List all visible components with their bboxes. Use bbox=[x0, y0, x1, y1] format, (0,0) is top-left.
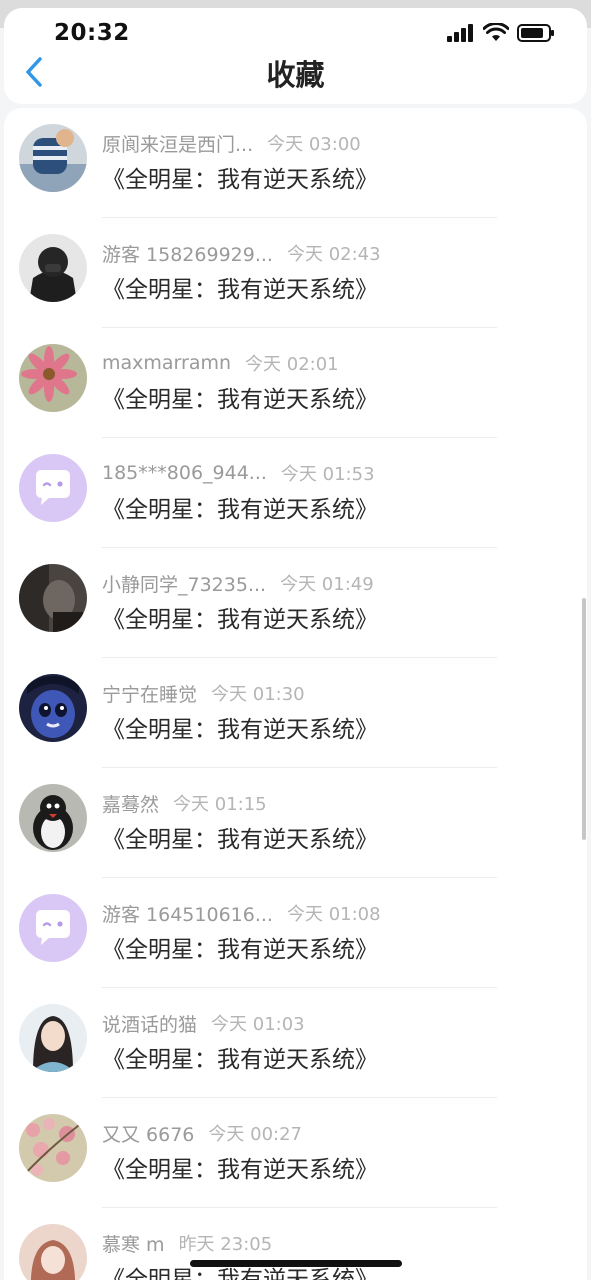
user-name: 又又 6676 bbox=[102, 1123, 195, 1146]
book-title[interactable]: 《全明星：我有逆天系统》 bbox=[102, 1150, 378, 1184]
item-meta: 小静同学_73235... 今天 01:49 bbox=[102, 570, 374, 596]
item-meta: 嘉蓦然 今天 01:15 bbox=[102, 790, 267, 816]
list-item[interactable]: 又又 6676 今天 00:27 《全明星：我有逆天系统》 bbox=[4, 1098, 587, 1208]
book-title[interactable]: 《全明星：我有逆天系统》 bbox=[102, 820, 378, 854]
status-icons bbox=[447, 22, 555, 44]
user-name: 慕寒 m bbox=[102, 1233, 165, 1256]
timestamp: 今天 02:43 bbox=[286, 244, 381, 265]
list-item[interactable]: 慕寒 m 昨天 23:05 《全明星：我有逆天系统》 bbox=[4, 1208, 587, 1280]
timestamp: 今天 01:15 bbox=[173, 794, 267, 815]
avatar[interactable] bbox=[19, 564, 87, 632]
user-name: 嘉蓦然 bbox=[102, 793, 160, 816]
avatar[interactable] bbox=[19, 344, 87, 412]
item-meta: maxmarramn 今天 02:01 bbox=[102, 350, 339, 376]
battery-icon bbox=[517, 24, 554, 42]
item-meta: 又又 6676 今天 00:27 bbox=[102, 1120, 302, 1146]
home-indicator[interactable] bbox=[190, 1260, 402, 1267]
item-meta: 185***806_944... 今天 01:53 bbox=[102, 460, 375, 486]
timestamp: 昨天 23:05 bbox=[178, 1234, 273, 1255]
avatar[interactable] bbox=[19, 674, 87, 742]
item-meta: 说酒话的猫 今天 01:03 bbox=[102, 1010, 305, 1036]
user-name: 185***806_944... bbox=[102, 462, 267, 484]
status-time: 20:32 bbox=[54, 20, 130, 46]
list-item[interactable]: 游客 158269929... 今天 02:43 《全明星：我有逆天系统》 bbox=[4, 218, 587, 328]
list-item[interactable]: 原阆来洹是西门... 今天 03:00 《全明星：我有逆天系统》 bbox=[4, 108, 587, 218]
user-name: maxmarramn bbox=[102, 352, 232, 374]
timestamp: 今天 03:00 bbox=[267, 134, 361, 155]
list-item[interactable]: 嘉蓦然 今天 01:15 《全明星：我有逆天系统》 bbox=[4, 768, 587, 878]
timestamp: 今天 01:03 bbox=[211, 1014, 305, 1035]
timestamp: 今天 01:53 bbox=[280, 464, 375, 485]
timestamp: 今天 00:27 bbox=[208, 1124, 303, 1145]
avatar[interactable] bbox=[19, 894, 87, 962]
page-title: 收藏 bbox=[266, 58, 325, 92]
item-meta: 慕寒 m 昨天 23:05 bbox=[102, 1230, 272, 1256]
item-meta: 游客 164510616... 今天 01:08 bbox=[102, 900, 381, 926]
book-title[interactable]: 《全明星：我有逆天系统》 bbox=[102, 490, 378, 524]
list-item[interactable]: 185***806_944... 今天 01:53 《全明星：我有逆天系统》 bbox=[4, 438, 587, 548]
item-meta: 宁宁在睡觉 今天 01:30 bbox=[102, 680, 305, 706]
avatar[interactable] bbox=[19, 234, 87, 302]
list-item[interactable]: maxmarramn 今天 02:01 《全明星：我有逆天系统》 bbox=[4, 328, 587, 438]
user-name: 游客 164510616... bbox=[102, 903, 273, 926]
avatar[interactable] bbox=[19, 784, 87, 852]
avatar[interactable] bbox=[19, 1224, 87, 1280]
list-item[interactable]: 宁宁在睡觉 今天 01:30 《全明星：我有逆天系统》 bbox=[4, 658, 587, 768]
avatar[interactable] bbox=[19, 454, 87, 522]
item-meta: 原阆来洹是西门... 今天 03:00 bbox=[102, 130, 361, 156]
book-title[interactable]: 《全明星：我有逆天系统》 bbox=[102, 270, 378, 304]
avatar[interactable] bbox=[19, 1114, 87, 1182]
avatar[interactable] bbox=[19, 1004, 87, 1072]
timestamp: 今天 01:30 bbox=[211, 684, 305, 705]
list-item[interactable]: 游客 164510616... 今天 01:08 《全明星：我有逆天系统》 bbox=[4, 878, 587, 988]
book-title[interactable]: 《全明星：我有逆天系统》 bbox=[102, 600, 378, 634]
timestamp: 今天 01:49 bbox=[280, 574, 374, 595]
user-name: 原阆来洹是西门... bbox=[102, 133, 254, 156]
book-title[interactable]: 《全明星：我有逆天系统》 bbox=[102, 160, 378, 194]
timestamp: 今天 01:08 bbox=[286, 904, 381, 925]
user-name: 小静同学_73235... bbox=[102, 573, 267, 596]
user-name: 说酒话的猫 bbox=[102, 1013, 198, 1036]
user-name: 宁宁在睡觉 bbox=[102, 683, 198, 706]
favorites-list: 原阆来洹是西门... 今天 03:00 《全明星：我有逆天系统》 游客 1582… bbox=[4, 108, 587, 1280]
scrollbar[interactable] bbox=[582, 598, 586, 840]
book-title[interactable]: 《全明星：我有逆天系统》 bbox=[102, 1040, 378, 1074]
book-title[interactable]: 《全明星：我有逆天系统》 bbox=[102, 930, 378, 964]
book-title[interactable]: 《全明星：我有逆天系统》 bbox=[102, 380, 378, 414]
list-item[interactable]: 小静同学_73235... 今天 01:49 《全明星：我有逆天系统》 bbox=[4, 548, 587, 658]
user-name: 游客 158269929... bbox=[102, 243, 273, 266]
timestamp: 今天 02:01 bbox=[245, 354, 339, 375]
wifi-icon bbox=[483, 23, 509, 41]
book-title[interactable]: 《全明星：我有逆天系统》 bbox=[102, 710, 378, 744]
signal-icon bbox=[447, 24, 473, 42]
list-item[interactable]: 说酒话的猫 今天 01:03 《全明星：我有逆天系统》 bbox=[4, 988, 587, 1098]
item-meta: 游客 158269929... 今天 02:43 bbox=[102, 240, 381, 266]
avatar[interactable] bbox=[19, 124, 87, 192]
